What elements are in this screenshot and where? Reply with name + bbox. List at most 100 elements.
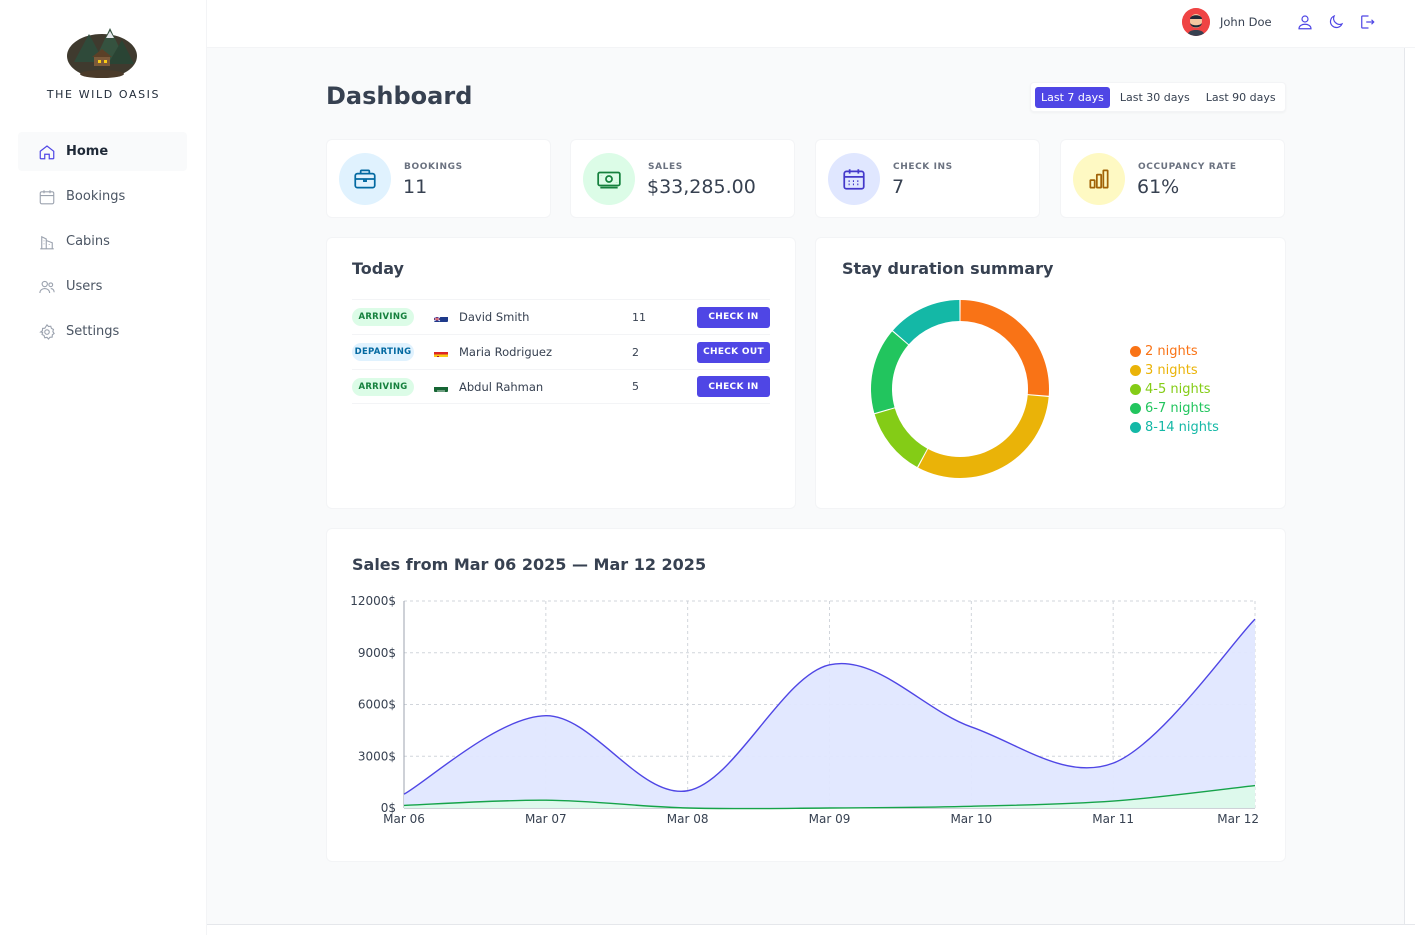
stat-bookings: BOOKINGS 11: [326, 139, 551, 218]
legend-label: 8-14 nights: [1145, 420, 1219, 435]
sidebar: THE WILD OASIS Home Bookings Cabins User…: [0, 0, 207, 935]
stat-label: SALES: [648, 162, 683, 172]
scrollbar-track[interactable]: [1404, 48, 1415, 924]
date-range-filter: Last 7 days Last 30 days Last 90 days: [1030, 82, 1286, 112]
x-tick-label: Mar 12: [1217, 812, 1259, 826]
check-out-button[interactable]: CHECK OUT: [697, 341, 770, 363]
donut-slice-4-5-nights[interactable]: [874, 408, 928, 467]
sidebar-item-bookings[interactable]: Bookings: [18, 177, 187, 216]
sidebar-item-label: Bookings: [66, 189, 126, 204]
guest-name: David Smith: [459, 310, 530, 324]
gear-icon: [39, 323, 55, 340]
check-in-button[interactable]: CHECK IN: [697, 306, 770, 328]
sidebar-item-settings[interactable]: Settings: [18, 312, 187, 351]
donut-slice-6-7-nights[interactable]: [871, 331, 909, 414]
filter-last-90-days[interactable]: Last 90 days: [1200, 87, 1282, 108]
brand-name: THE WILD OASIS: [46, 88, 161, 101]
guest-name: Maria Rodriguez: [459, 345, 553, 359]
today-card: Today ARRIVING David Smith 11 CHECK IN D…: [326, 237, 796, 509]
legend-dot: [1130, 384, 1141, 395]
legend-dot: [1130, 346, 1141, 357]
legend-label: 3 nights: [1145, 363, 1198, 378]
sidebar-item-cabins[interactable]: Cabins: [18, 222, 187, 261]
stat-value: 61%: [1137, 176, 1180, 198]
legend-dot: [1130, 365, 1141, 376]
legend-item[interactable]: 6-7 nights: [1130, 399, 1219, 418]
flag-es-icon: [434, 347, 448, 357]
legend-item[interactable]: 2 nights: [1130, 342, 1219, 361]
sidebar-item-label: Home: [66, 144, 109, 159]
x-tick-label: Mar 07: [525, 812, 567, 826]
stat-icon-wrap: [339, 153, 391, 205]
sidebar-item-label: Settings: [66, 324, 120, 339]
y-tick-label: 6000$: [358, 698, 396, 712]
calendar-days-icon: [843, 169, 865, 190]
legend-label: 4-5 nights: [1145, 382, 1211, 397]
stat-value: 7: [892, 176, 905, 198]
stat-value: $33,285.00: [647, 176, 756, 198]
main-nav: Home Bookings Cabins Users Settings: [18, 132, 187, 357]
sidebar-item-label: Users: [66, 279, 103, 294]
filter-last-7-days[interactable]: Last 7 days: [1035, 86, 1110, 108]
flag-sa-icon: [434, 382, 448, 392]
nights-count: 2: [632, 345, 639, 359]
card-title: Stay duration summary: [842, 259, 1054, 278]
page-title: Dashboard: [326, 82, 473, 110]
chart-legend: 2 nights 3 nights 4-5 nights 6-7 nights 8-14…: [1130, 342, 1219, 437]
x-tick-label: Mar 09: [809, 812, 851, 826]
stat-label: OCCUPANCY RATE: [1138, 162, 1237, 172]
legend-item[interactable]: 8-14 nights: [1130, 418, 1219, 437]
donut-slice-2-nights[interactable]: [960, 300, 1049, 396]
card-title: Sales from Mar 06 2025 — Mar 12 2025: [352, 555, 707, 574]
donut-slice-8-14-nights[interactable]: [892, 300, 960, 345]
today-row: ARRIVING David Smith 11 CHECK IN: [352, 299, 770, 334]
stat-icon-wrap: [583, 153, 635, 205]
stat-icon-wrap: [828, 153, 880, 205]
filter-last-30-days[interactable]: Last 30 days: [1114, 87, 1196, 108]
stat-occupancy-rate: OCCUPANCY RATE 61%: [1060, 139, 1285, 218]
status-badge: ARRIVING: [352, 377, 414, 396]
bar-chart-icon: [1089, 169, 1109, 189]
briefcase-icon: [354, 169, 376, 189]
sidebar-item-users[interactable]: Users: [18, 267, 187, 306]
y-tick-label: 12000$: [350, 594, 396, 608]
legend-label: 2 nights: [1145, 344, 1198, 359]
user-name: John Doe: [1220, 15, 1272, 29]
area-fill-series-0: [404, 619, 1255, 808]
x-tick-label: Mar 08: [667, 812, 709, 826]
nights-count: 11: [632, 310, 646, 324]
user-icon[interactable]: [1296, 13, 1314, 31]
x-tick-label: Mar 11: [1092, 812, 1134, 826]
horizontal-scrollbar[interactable]: [207, 924, 1415, 935]
logo[interactable]: [64, 22, 140, 80]
flag-au-icon: [434, 312, 448, 322]
stat-label: BOOKINGS: [404, 162, 463, 172]
legend-item[interactable]: 4-5 nights: [1130, 380, 1219, 399]
sidebar-item-label: Cabins: [66, 234, 110, 249]
today-row: DEPARTING Maria Rodriguez 2 CHECK OUT: [352, 334, 770, 369]
legend-item[interactable]: 3 nights: [1130, 361, 1219, 380]
sidebar-item-home[interactable]: Home: [18, 132, 187, 171]
stat-value: 11: [403, 176, 428, 198]
buildings-icon: [40, 235, 54, 249]
banknotes-icon: [597, 171, 621, 189]
legend-label: 6-7 nights: [1145, 401, 1211, 416]
stat-check-ins: CHECK INS 7: [815, 139, 1040, 218]
check-in-button[interactable]: CHECK IN: [697, 376, 770, 397]
top-header: John Doe: [207, 0, 1415, 48]
y-tick-label: 9000$: [358, 646, 396, 660]
x-tick-label: Mar 06: [383, 812, 425, 826]
nights-count: 5: [632, 380, 639, 393]
home-icon: [39, 144, 55, 159]
calendar-icon: [39, 189, 55, 204]
y-tick-label: 3000$: [358, 749, 396, 763]
users-icon: [39, 280, 55, 293]
stat-label: CHECK INS: [893, 162, 953, 172]
status-badge: ARRIVING: [352, 308, 414, 326]
moon-icon[interactable]: [1327, 13, 1345, 31]
donut-slice-3-nights[interactable]: [918, 395, 1049, 478]
logout-icon[interactable]: [1358, 13, 1376, 31]
status-badge: DEPARTING: [352, 343, 414, 361]
x-tick-label: Mar 10: [950, 812, 992, 826]
avatar[interactable]: [1182, 8, 1210, 36]
